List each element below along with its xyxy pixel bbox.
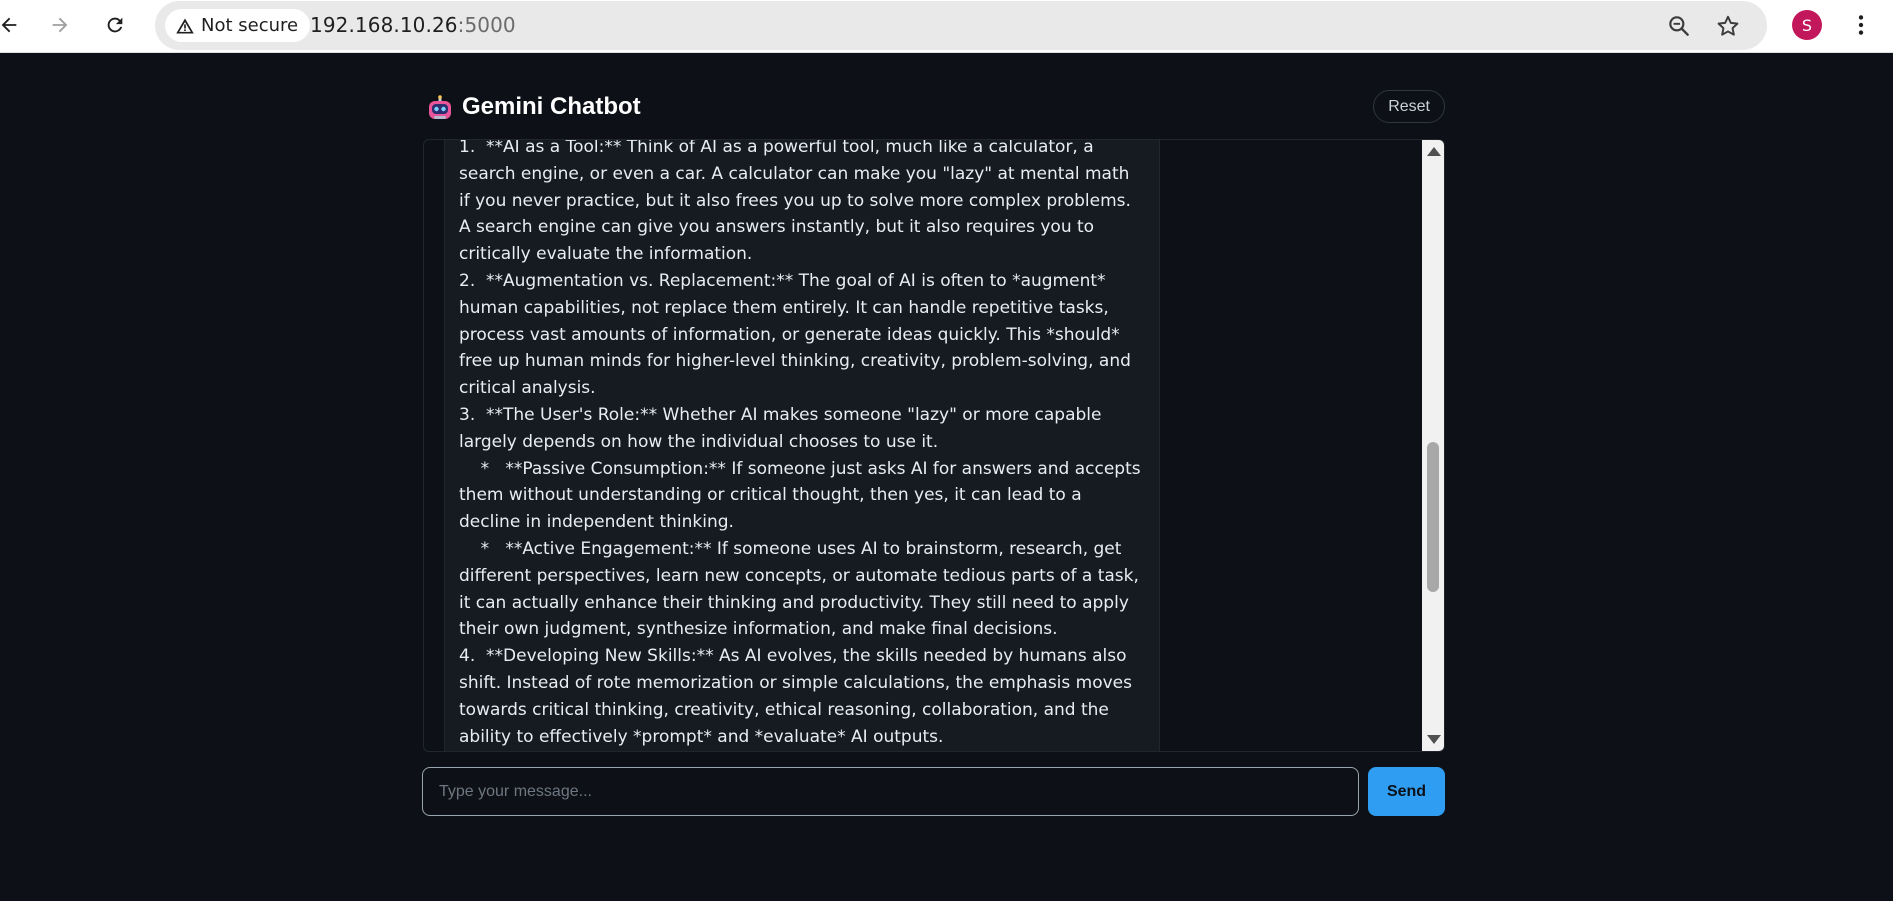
message-paragraph: 4. **Developing New Skills:** As AI evol… <box>459 646 1138 747</box>
back-arrow-icon <box>1 17 17 33</box>
message-paragraph: 2. **Augmentation vs. Replacement:** The… <box>459 270 1137 399</box>
reset-button[interactable]: Reset <box>1373 90 1445 123</box>
profile-avatar-button[interactable]: S <box>1792 10 1822 40</box>
scroll-up-arrow-icon[interactable] <box>1427 147 1441 156</box>
app-title: Gemini Chatbot <box>462 93 641 120</box>
forward-arrow-icon <box>52 17 68 33</box>
message-paragraph: 1. **AI as a Tool:** Think of AI as a po… <box>459 139 1137 265</box>
forward-button[interactable] <box>43 8 77 42</box>
message-paragraph: * **Active Engagement:** If someone uses… <box>459 538 1145 640</box>
chat-scrollbar[interactable] <box>1422 140 1444 751</box>
address-bar[interactable]: Not secure 192.168.10.26:5000 <box>155 1 1767 50</box>
message-input[interactable] <box>422 767 1359 816</box>
scroll-down-arrow-icon[interactable] <box>1427 735 1441 744</box>
browser-toolbar: Not secure 192.168.10.26:5000 S <box>0 0 1893 53</box>
reload-icon <box>107 17 123 33</box>
warning-icon <box>176 18 194 33</box>
more-vert-icon[interactable] <box>1848 12 1874 38</box>
url-text[interactable]: 192.168.10.26:5000 <box>310 13 516 37</box>
reload-button[interactable] <box>98 8 132 42</box>
url-host: 192.168.10.26 <box>310 13 458 37</box>
site-security-chip[interactable]: Not secure <box>165 9 311 42</box>
chat-history[interactable]: 1. **AI as a Tool:** Think of AI as a po… <box>423 139 1445 752</box>
message-paragraph: * **Passive Consumption:** If someone ju… <box>459 458 1147 533</box>
message-composer: Send <box>422 767 1445 816</box>
security-label: Not secure <box>201 15 299 36</box>
back-button[interactable] <box>0 8 26 42</box>
star-icon[interactable] <box>1715 13 1741 39</box>
app-header: Gemini Chatbot Reset <box>424 90 1445 130</box>
send-button[interactable]: Send <box>1368 767 1445 816</box>
message-paragraph: 3. **The User's Role:** Whether AI makes… <box>459 404 1107 452</box>
robot-icon <box>429 95 451 119</box>
bot-message: 1. **AI as a Tool:** Think of AI as a po… <box>444 139 1160 751</box>
zoom-icon[interactable] <box>1666 13 1692 39</box>
url-port: :5000 <box>457 13 516 37</box>
profile-initial: S <box>1801 15 1813 35</box>
scroll-thumb[interactable] <box>1427 442 1439 592</box>
